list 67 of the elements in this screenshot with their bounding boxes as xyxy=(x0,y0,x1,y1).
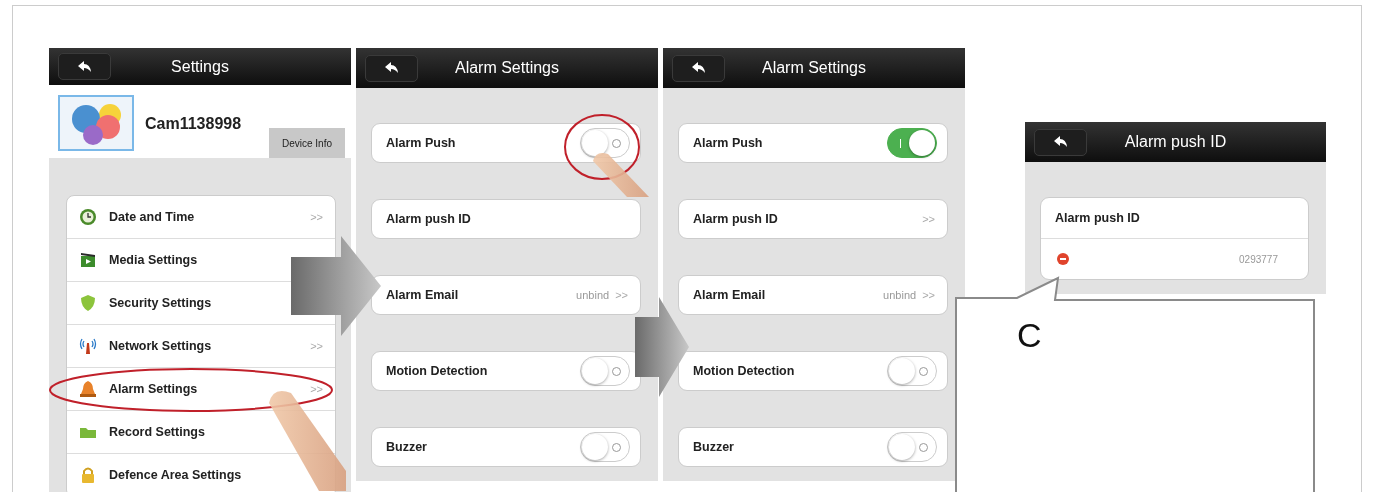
back-button[interactable] xyxy=(365,54,418,82)
back-button[interactable] xyxy=(58,53,111,80)
row-value: unbind xyxy=(576,289,610,301)
screen-title: Settings xyxy=(170,57,230,76)
settings-item[interactable]: Network Settings xyxy=(109,339,212,353)
row-value: unbind xyxy=(883,289,917,301)
row-label: Buzzer xyxy=(386,440,427,454)
device-name: Cam1138998 xyxy=(145,115,242,133)
chevron: >> xyxy=(310,383,323,395)
row-label: Motion Detection xyxy=(386,364,488,378)
push-id-value: 0293777 xyxy=(1239,253,1278,265)
back-arrow-icon xyxy=(384,62,399,74)
shield-icon xyxy=(79,294,97,312)
setting-row[interactable]: Buzzer xyxy=(678,427,948,467)
back-arrow-icon xyxy=(691,62,706,74)
toggle-switch[interactable] xyxy=(580,432,630,462)
film-icon xyxy=(79,251,97,269)
row-label: Alarm push ID xyxy=(693,212,778,226)
toggle-switch[interactable] xyxy=(887,128,937,158)
device-avatar-icon xyxy=(58,95,134,151)
setting-row[interactable]: Alarm Email unbind >> xyxy=(371,275,641,315)
settings-item[interactable]: Record Settings xyxy=(109,425,205,439)
toggle-switch[interactable] xyxy=(580,356,630,386)
chevron: >> xyxy=(310,211,323,223)
device-info-button[interactable]: Device Info xyxy=(269,128,345,158)
settings-item[interactable]: Date and Time xyxy=(109,210,195,224)
clock-icon xyxy=(79,208,97,226)
row-label: Alarm Push xyxy=(386,136,456,150)
back-arrow-icon xyxy=(77,60,92,73)
row-label: Alarm Push xyxy=(693,136,763,150)
screen-title: Alarm Settings xyxy=(760,59,867,77)
setting-row[interactable]: Motion Detection xyxy=(371,351,641,391)
lock-icon xyxy=(79,466,97,484)
setting-row[interactable]: Alarm push ID xyxy=(371,199,641,239)
chevron: >> xyxy=(922,213,935,225)
toggle-switch[interactable] xyxy=(580,128,630,158)
delete-icon[interactable] xyxy=(1057,253,1069,265)
chevron: >> xyxy=(310,340,323,352)
settings-item[interactable]: Defence Area Settings xyxy=(109,468,242,482)
chevron: >> xyxy=(615,289,628,301)
setting-row[interactable]: Alarm Push xyxy=(371,123,641,163)
callout-label: C xyxy=(1017,316,1042,355)
toggle-switch[interactable] xyxy=(887,356,937,386)
settings-item[interactable]: Security Settings xyxy=(109,296,212,310)
settings-item[interactable]: Alarm Settings xyxy=(109,382,198,396)
row-label: Alarm Email xyxy=(386,288,459,302)
screen-title: Alarm push ID xyxy=(1123,133,1228,151)
chevron: >> xyxy=(922,289,935,301)
row-label: Alarm Email xyxy=(693,288,766,302)
setting-row[interactable]: Alarm Email unbind >> xyxy=(678,275,948,315)
setting-row[interactable]: Buzzer xyxy=(371,427,641,467)
screen-title: Alarm Settings xyxy=(453,59,560,77)
setting-row[interactable]: Motion Detection xyxy=(678,351,948,391)
toggle-switch[interactable] xyxy=(887,432,937,462)
section-label: Alarm push ID xyxy=(1055,211,1140,225)
row-label: Alarm push ID xyxy=(386,212,471,226)
settings-item[interactable]: Media Settings xyxy=(109,253,198,267)
back-button[interactable] xyxy=(1034,128,1087,156)
back-button[interactable] xyxy=(672,54,725,82)
bell-icon xyxy=(79,380,97,398)
setting-row[interactable]: Alarm push ID >> xyxy=(678,199,948,239)
finger-drawing xyxy=(593,152,649,197)
back-arrow-icon xyxy=(1053,136,1068,148)
antenna-icon xyxy=(79,337,97,355)
row-label: Motion Detection xyxy=(693,364,795,378)
row-label: Buzzer xyxy=(693,440,734,454)
setting-row[interactable]: Alarm Push xyxy=(678,123,948,163)
